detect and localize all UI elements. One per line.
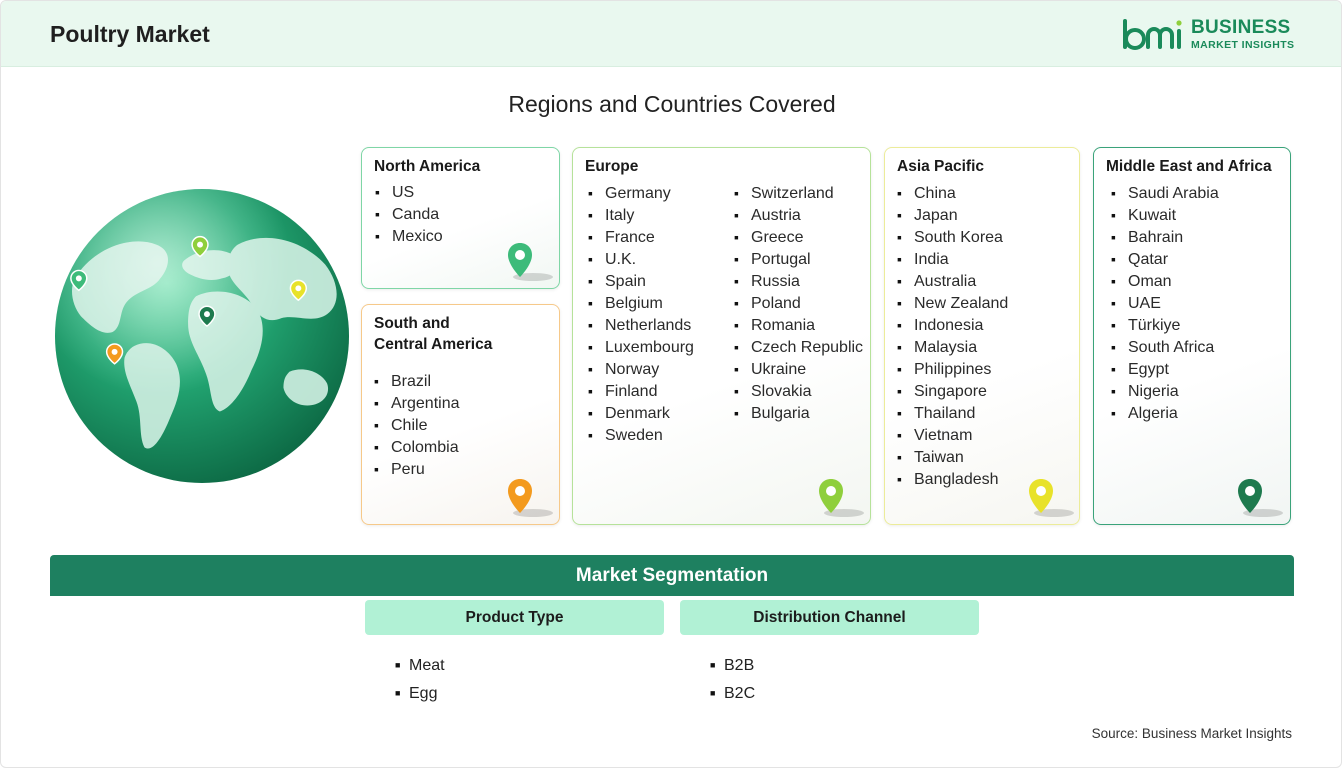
infographic-frame: Poultry Market BUSINESS MARKET INSIGHTS … [0,0,1342,768]
country-item: Spain [588,270,694,292]
country-item: Greece [734,226,863,248]
region-title-middle-east-africa: Middle East and Africa [1106,158,1272,175]
country-item: Philippines [897,358,1008,380]
country-item: Egypt [1111,358,1219,380]
region-title-asia-pacific: Asia Pacific [897,158,985,175]
country-item: US [375,181,443,203]
country-item: Czech Republic [734,336,863,358]
region-card-europe: Europe Germany Italy France U.K. Spain B… [572,147,871,525]
country-item: Russia [734,270,863,292]
country-item: Singapore [897,380,1008,402]
country-item: Denmark [588,402,694,424]
segment-item: Meat [395,651,445,679]
country-item: Qatar [1111,248,1219,270]
country-item: Peru [374,458,460,480]
country-item: South Korea [897,226,1008,248]
country-item: UAE [1111,292,1219,314]
country-item: Saudi Arabia [1111,182,1219,204]
brand-logo: BUSINESS MARKET INSIGHTS [1121,15,1297,55]
country-item: Indonesia [897,314,1008,336]
map-pin-icon [508,479,553,517]
country-list-south-central-america: Brazil Argentina Chile Colombia Peru [374,370,460,480]
country-item: Canda [375,203,443,225]
country-item: Colombia [374,436,460,458]
country-item: Bahrain [1111,226,1219,248]
source-note: Source: Business Market Insights [1091,726,1292,741]
map-pin-icon [1029,479,1074,517]
region-card-north-america: North America US Canda Mexico [361,147,560,289]
country-item: France [588,226,694,248]
country-item: Algeria [1111,402,1219,424]
segment-item: B2B [710,651,755,679]
country-item: Thailand [897,402,1008,424]
country-list-asia-pacific: China Japan South Korea India Australia … [897,182,1008,490]
regions-title: Regions and Countries Covered [508,91,836,117]
country-item: Netherlands [588,314,694,336]
segment-item: B2C [710,679,755,707]
country-item: Italy [588,204,694,226]
country-item: Australia [897,270,1008,292]
country-item: Ukraine [734,358,863,380]
region-card-south-central-america: South and Central America Brazil Argenti… [361,304,560,525]
segment-list-product-type: Meat Egg [395,651,445,707]
country-item: Japan [897,204,1008,226]
country-item: Norway [588,358,694,380]
market-segmentation-header: Market Segmentation [50,555,1294,596]
region-card-middle-east-africa: Middle East and Africa Saudi Arabia Kuwa… [1093,147,1291,525]
region-card-asia-pacific: Asia Pacific China Japan South Korea Ind… [884,147,1080,525]
globe-illustration [54,188,350,484]
country-item: Bangladesh [897,468,1008,490]
country-item: Kuwait [1111,204,1219,226]
country-item: India [897,248,1008,270]
region-title-south-central-america: South and Central America [374,313,492,355]
country-item: Taiwan [897,446,1008,468]
country-item: Austria [734,204,863,226]
country-list-middle-east-africa: Saudi Arabia Kuwait Bahrain Qatar Oman U… [1111,182,1219,424]
country-item: Chile [374,414,460,436]
logo-word-market-insights: MARKET INSIGHTS [1191,39,1295,51]
page-title: Poultry Market [50,21,210,47]
country-item: Bulgaria [734,402,863,424]
country-item: Mexico [375,225,443,247]
region-title-line: South and [374,315,450,332]
region-title-line: Central America [374,336,493,353]
country-item: Portugal [734,248,863,270]
bmi-logo-mark [1123,19,1182,50]
country-item: Germany [588,182,694,204]
country-list-europe-col2: Switzerland Austria Greece Portugal Russ… [734,182,863,424]
header: Poultry Market BUSINESS MARKET INSIGHTS [1,1,1341,67]
country-item: Türkiye [1111,314,1219,336]
country-item: Sweden [588,424,694,446]
country-item: U.K. [588,248,694,270]
country-item: Nigeria [1111,380,1219,402]
segment-list-distribution-channel: B2B B2C [710,651,755,707]
country-item: South Africa [1111,336,1219,358]
segment-heading-distribution-channel: Distribution Channel [680,600,979,635]
region-title-europe: Europe [585,158,639,175]
country-item: Brazil [374,370,460,392]
country-item: Finland [588,380,694,402]
country-item: Switzerland [734,182,863,204]
country-item: Romania [734,314,863,336]
segment-item: Egg [395,679,445,707]
country-item: Malaysia [897,336,1008,358]
country-item: Poland [734,292,863,314]
country-item: Oman [1111,270,1219,292]
logo-word-business: BUSINESS [1191,17,1291,38]
segment-heading-product-type: Product Type [365,600,664,635]
map-pin-icon [819,479,864,517]
country-list-north-america: US Canda Mexico [375,181,443,247]
country-list-europe-col1: Germany Italy France U.K. Spain Belgium … [588,182,694,446]
country-item: Slovakia [734,380,863,402]
country-item: Vietnam [897,424,1008,446]
country-item: China [897,182,1008,204]
country-item: Argentina [374,392,460,414]
country-item: New Zealand [897,292,1008,314]
region-title-north-america: North America [374,158,481,175]
country-item: Belgium [588,292,694,314]
map-pin-icon [508,243,553,281]
map-pin-icon [1238,479,1283,517]
country-item: Luxembourg [588,336,694,358]
